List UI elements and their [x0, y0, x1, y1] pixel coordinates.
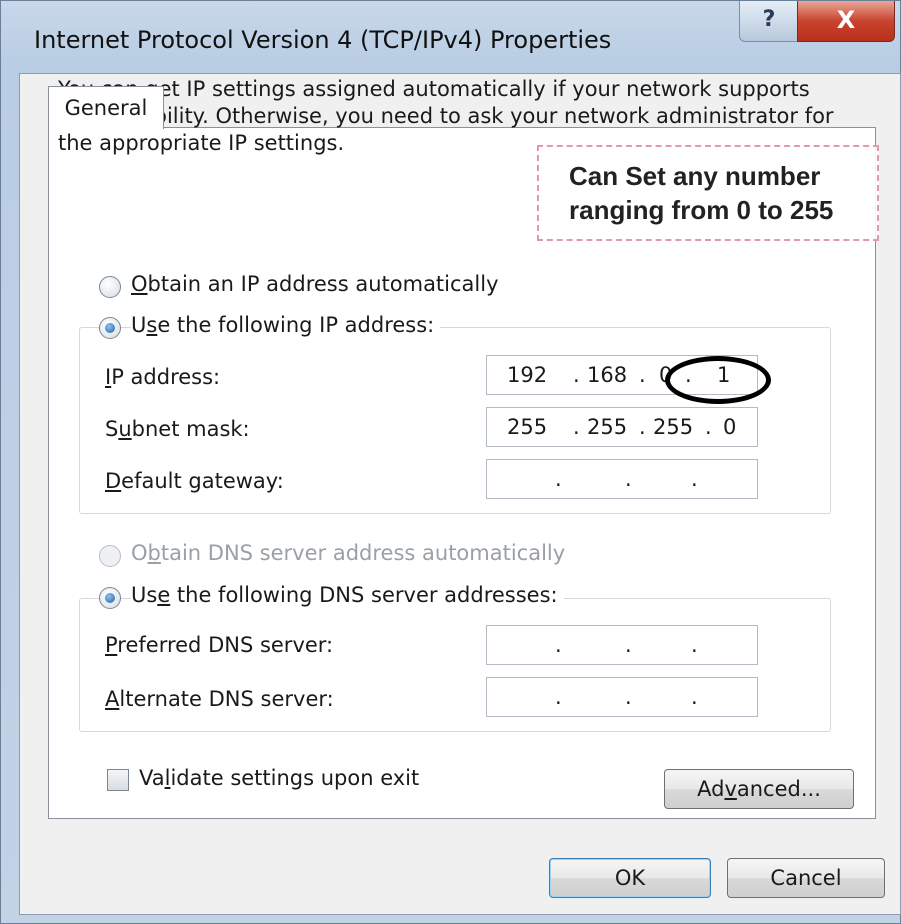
subnet-mask-label: Subnet mask:: [105, 417, 250, 441]
window-title: Internet Protocol Version 4 (TCP/IPv4) P…: [34, 26, 612, 54]
use-following-ip-radio[interactable]: [99, 317, 121, 339]
obtain-ip-auto-label[interactable]: Obtain an IP address automatically: [131, 272, 499, 296]
obtain-dns-auto-label[interactable]: Obtain DNS server address automatically: [131, 541, 565, 565]
use-following-dns-label[interactable]: Use the following DNS server addresses:: [131, 583, 564, 607]
use-following-dns-radio[interactable]: [99, 587, 121, 609]
help-button[interactable]: ?: [739, 1, 799, 42]
ok-button[interactable]: OK: [549, 858, 711, 898]
callout-line-2: ranging from 0 to 255: [569, 195, 834, 225]
advanced-button[interactable]: Advanced...: [664, 769, 854, 809]
alternate-dns-label: Alternate DNS server:: [105, 687, 334, 711]
default-gateway-field[interactable]: ...: [486, 459, 758, 499]
dialog-window: Internet Protocol Version 4 (TCP/IPv4) P…: [0, 0, 901, 924]
obtain-dns-auto-radio[interactable]: [99, 545, 121, 567]
help-icon: ?: [762, 7, 776, 32]
preferred-dns-label: Preferred DNS server:: [105, 633, 334, 657]
default-gateway-label: Default gateway:: [105, 469, 284, 493]
validate-settings-label[interactable]: Validate settings upon exit: [139, 766, 419, 790]
subnet-mask-field[interactable]: 255. 255. 255. 0: [486, 407, 758, 447]
callout-line-1: Can Set any number: [569, 161, 821, 191]
obtain-ip-auto-radio[interactable]: [99, 276, 121, 298]
tab-general[interactable]: General: [48, 86, 164, 129]
alternate-dns-field[interactable]: ...: [486, 677, 758, 717]
annotation-callout: Can Set any number ranging from 0 to 255: [537, 145, 879, 241]
preferred-dns-field[interactable]: ...: [486, 625, 758, 665]
validate-settings-checkbox[interactable]: [107, 769, 129, 791]
close-button[interactable]: X: [797, 1, 895, 42]
title-bar[interactable]: Internet Protocol Version 4 (TCP/IPv4) P…: [1, 1, 900, 79]
close-icon: X: [836, 6, 856, 34]
use-following-ip-label[interactable]: Use the following IP address:: [131, 313, 441, 337]
highlight-oval: [665, 356, 771, 404]
ip-address-label: IP address:: [105, 365, 221, 389]
cancel-button[interactable]: Cancel: [727, 858, 885, 898]
